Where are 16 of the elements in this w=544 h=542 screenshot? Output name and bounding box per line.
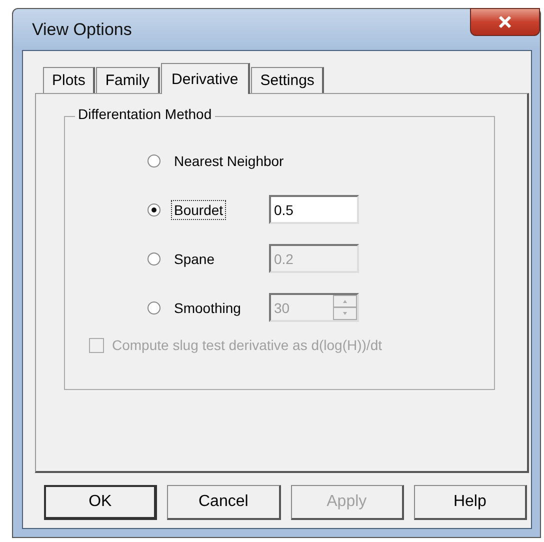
dialog-button[interactable]: OK <box>44 485 158 520</box>
dialog-button[interactable]: Help <box>414 485 528 520</box>
window-title: View Options <box>32 20 132 40</box>
tab[interactable]: Settings <box>251 67 324 93</box>
number-field[interactable]: 0.5 <box>269 195 359 224</box>
radio-icon[interactable] <box>147 154 161 168</box>
radio-option[interactable]: Nearest Neighbor <box>147 150 287 170</box>
radio-icon[interactable] <box>147 202 161 216</box>
tab[interactable]: Plots <box>43 67 96 93</box>
group-title: Differentation Method <box>75 106 215 122</box>
tab[interactable]: Derivative <box>160 63 250 94</box>
tab[interactable]: Family <box>96 67 160 93</box>
dialog-button[interactable]: Cancel <box>167 485 281 520</box>
close-button[interactable] <box>470 8 540 36</box>
radio-option[interactable]: Bourdet <box>147 200 269 220</box>
close-icon <box>497 15 513 29</box>
